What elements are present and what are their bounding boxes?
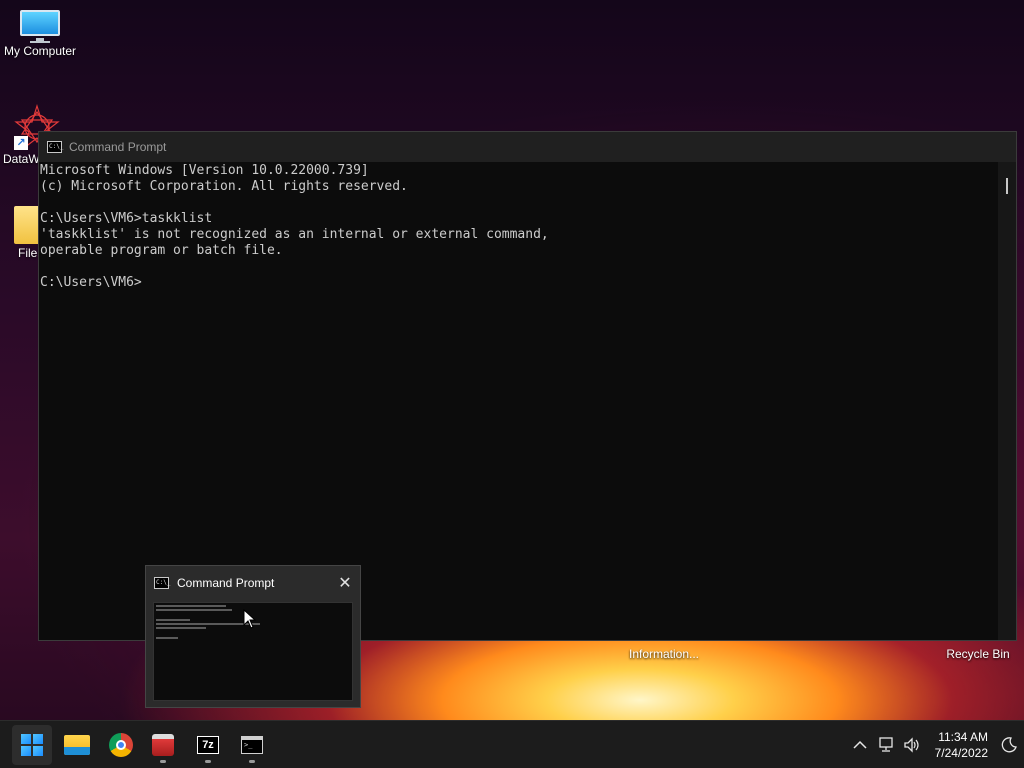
taskbar-clock[interactable]: 11:34 AM 7/24/2022	[935, 729, 988, 761]
system-tray: 11:34 AM 7/24/2022	[847, 721, 1024, 768]
console-prompt-line: C:\Users\VM6>	[40, 275, 142, 290]
cmd-app-icon: C:\_	[154, 577, 170, 589]
windows-logo-icon	[21, 734, 43, 756]
volume-icon[interactable]	[899, 732, 925, 758]
desktop-icon-label: My Computer	[3, 44, 77, 58]
file-explorer-button[interactable]	[57, 725, 97, 765]
preview-header: C:\_ Command Prompt ✕	[146, 566, 360, 600]
taskbar: 7z >_ 11:34 AM 7/24/2022	[0, 720, 1024, 768]
desktop-icon-recycle-bin[interactable]: Recycle Bin	[938, 645, 1018, 661]
start-button[interactable]	[12, 725, 52, 765]
file-explorer-icon	[64, 735, 90, 755]
network-icon[interactable]	[873, 732, 899, 758]
clock-date: 7/24/2022	[934, 746, 988, 760]
chrome-button[interactable]	[101, 725, 141, 765]
toolbox-button[interactable]	[143, 725, 183, 765]
running-indicator	[160, 760, 166, 763]
cmd-app-icon: C:\_	[47, 141, 63, 153]
desktop-icon-information[interactable]: Information...	[622, 645, 706, 661]
taskbar-thumbnail-preview[interactable]: C:\_ Command Prompt ✕	[145, 565, 361, 708]
mouse-cursor-icon	[243, 608, 257, 634]
7zip-icon: 7z	[197, 736, 219, 754]
shortcut-arrow-icon: ↗	[14, 136, 28, 150]
desktop-icon-label: File	[18, 246, 38, 260]
window-titlebar[interactable]: C:\_ Command Prompt	[39, 132, 1016, 162]
monitor-icon	[18, 8, 62, 43]
preview-title: Command Prompt	[177, 576, 275, 590]
running-indicator	[249, 760, 255, 763]
command-prompt-taskbar-button[interactable]: >_	[232, 725, 272, 765]
chrome-icon	[109, 733, 133, 757]
console-line: (c) Microsoft Corporation. All rights re…	[40, 179, 408, 194]
notification-moon-icon[interactable]	[994, 732, 1024, 758]
desktop-icon-my-computer[interactable]: My Computer	[0, 8, 80, 58]
running-indicator	[205, 760, 211, 763]
window-title: Command Prompt	[69, 140, 167, 154]
desktop-icon-label: DataW	[3, 152, 40, 166]
desktop-icon-label: Information...	[628, 647, 700, 661]
vertical-scrollbar[interactable]	[998, 162, 1016, 640]
chevron-up-icon[interactable]	[847, 732, 873, 758]
cmd-app-icon: >_	[241, 736, 263, 754]
console-line: C:\Users\VM6>taskklist	[40, 211, 213, 226]
console-line: operable program or batch file.	[40, 243, 283, 258]
scrollbar-thumb[interactable]	[1006, 178, 1008, 194]
console-line: Microsoft Windows [Version 10.0.22000.73…	[40, 163, 369, 178]
clock-time: 11:34 AM	[938, 730, 988, 744]
7zip-button[interactable]: 7z	[188, 725, 228, 765]
console-line: 'taskklist' is not recognized as an inte…	[40, 227, 549, 242]
desktop-icon-label: Recycle Bin	[946, 647, 1010, 661]
close-icon[interactable]: ✕	[330, 568, 360, 598]
toolbox-icon	[152, 734, 174, 756]
